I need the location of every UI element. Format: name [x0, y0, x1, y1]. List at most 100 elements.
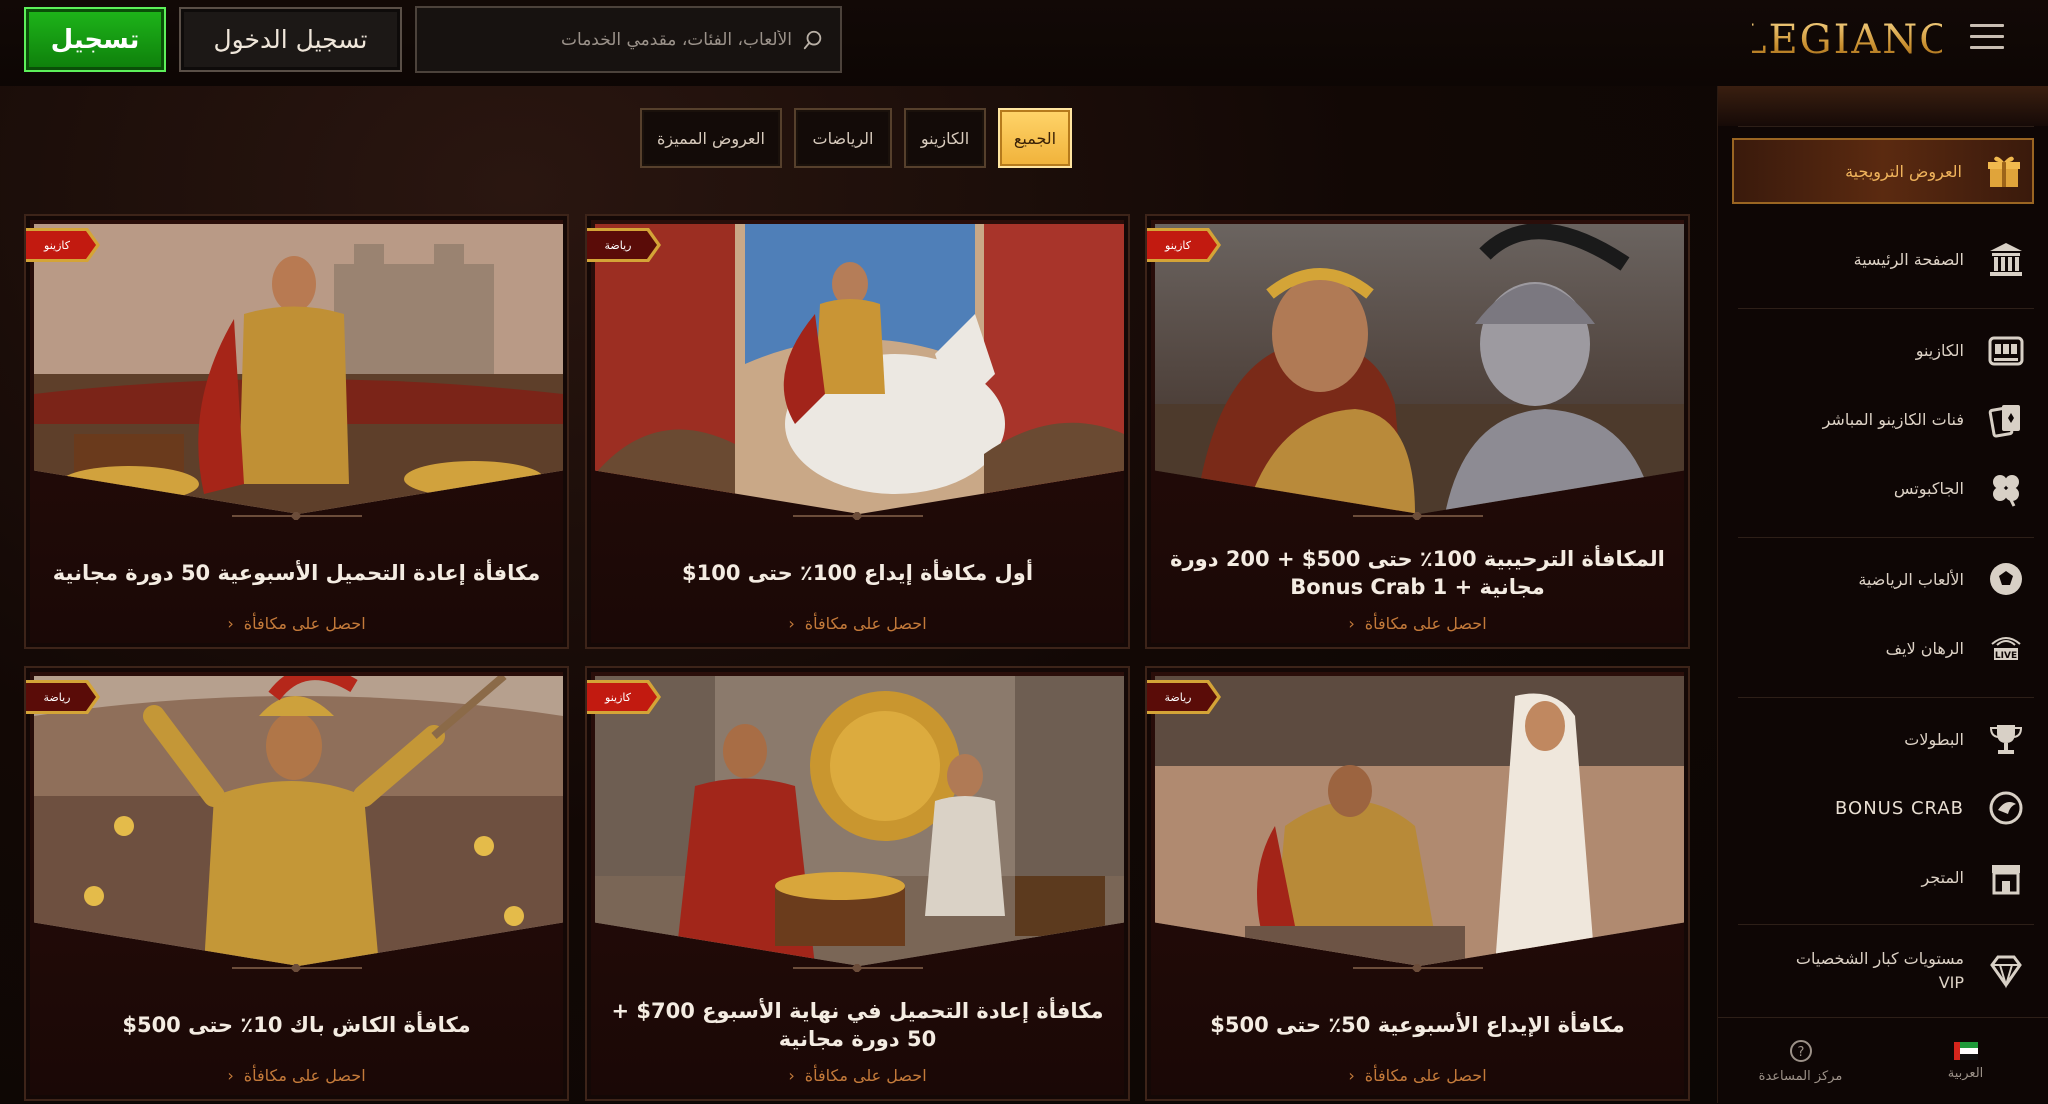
- chevron-left-icon: ‹: [227, 1066, 234, 1085]
- sidebar-item-vip[interactable]: مستويات كبار الشخصيات VIP: [1734, 936, 2034, 1006]
- search-input[interactable]: [450, 28, 794, 51]
- svg-text:?: ?: [1797, 1045, 1804, 1060]
- divider: [1738, 308, 2034, 309]
- sidebar-nav: العروض الترويجية الصفحة الرئيسية الكازين…: [1717, 86, 2048, 1103]
- sidebar-item-label: BONUS CRAB: [1835, 797, 1964, 819]
- promo-title: مكافأة الكاش باك 10٪ حتى 500$: [122, 1013, 471, 1037]
- promo-card[interactable]: مكافأة الإيداع الأسبوعية 50٪ حتى 500$ اح…: [1145, 666, 1690, 1101]
- ornament-divider: [792, 964, 923, 972]
- ornament-divider: [1352, 512, 1483, 520]
- crab-icon: [1989, 791, 2023, 825]
- sidebar-item-bonus-crab[interactable]: BONUS CRAB: [1734, 778, 2034, 838]
- sidebar-item-label: الألعاب الرياضية: [1858, 569, 1964, 589]
- promo-card[interactable]: مكافأة إعادة التحميل في نهاية الأسبوع 70…: [585, 666, 1130, 1101]
- get-bonus-link[interactable]: احصل على مكافأة‹: [1147, 1066, 1688, 1085]
- language-selector[interactable]: العربية: [1883, 1018, 2048, 1104]
- tab-featured[interactable]: العروض المميزة: [640, 108, 782, 168]
- gift-icon: [1988, 156, 2020, 187]
- sidebar-item-jackpots[interactable]: الجاكبوتس: [1734, 458, 2034, 518]
- promo-image-horse: [595, 224, 1124, 514]
- search-box[interactable]: [415, 6, 842, 73]
- help-center-label: مركز المساعدة: [1758, 1068, 1843, 1084]
- tab-casino[interactable]: الكازينو: [904, 108, 986, 168]
- live-icon: LIVE: [1991, 637, 2021, 661]
- sidebar-item-label: العروض الترويجية: [1845, 161, 1962, 181]
- sidebar-item-label: الرهان لايف: [1885, 638, 1964, 658]
- category-badge: رياضة: [26, 680, 100, 714]
- promo-card[interactable]: المكافأة الترحيبية 100٪ حتى 500$ + 200 د…: [1145, 214, 1690, 649]
- tab-sports[interactable]: الرياضات: [794, 108, 892, 168]
- sidebar-top-fade: [1718, 86, 2048, 126]
- sidebar-item-live-betting[interactable]: الرهان لايف LIVE: [1734, 618, 2034, 678]
- category-badge: كازينو: [587, 680, 661, 714]
- get-bonus-link[interactable]: احصل على مكافأة‹: [587, 1066, 1128, 1085]
- divider: [1738, 924, 2034, 925]
- ornament-divider: [1352, 964, 1483, 972]
- promo-title: مكافأة إعادة التحميل الأسبوعية 50 دورة م…: [52, 561, 541, 585]
- diamond-icon: [1990, 955, 2022, 989]
- ornament-divider: [792, 512, 923, 520]
- promo-image-general: [34, 224, 563, 514]
- promo-title: مكافأة إعادة التحميل في نهاية الأسبوع 70…: [611, 999, 1104, 1051]
- category-badge: كازينو: [1147, 228, 1221, 262]
- category-badge: رياضة: [587, 228, 661, 262]
- chevron-left-icon: ‹: [1348, 1066, 1355, 1085]
- chevron-left-icon: ‹: [227, 614, 234, 633]
- divider: [1738, 126, 2034, 127]
- sidebar-item-live-casino[interactable]: فنات الكازينو المباشر: [1734, 389, 2034, 449]
- chevron-left-icon: ‹: [788, 1066, 795, 1085]
- promo-card[interactable]: أول مكافأة إيداع 100٪ حتى 100$ احصل على …: [585, 214, 1130, 649]
- search-icon[interactable]: [802, 29, 824, 51]
- promotions-main: الجميع الكازينو الرياضات العروض المميزة: [0, 86, 1717, 1103]
- promo-title: المكافأة الترحيبية 100٪ حتى 500$ + 200 د…: [1170, 547, 1665, 599]
- divider: [1738, 697, 2034, 698]
- sidebar-footer: ? مركز المساعدة العربية: [1718, 1017, 2048, 1104]
- help-center-button[interactable]: ? مركز المساعدة: [1718, 1018, 1883, 1104]
- sidebar-item-home[interactable]: الصفحة الرئيسية: [1734, 229, 2034, 289]
- uae-flag-icon: [1953, 1041, 1978, 1060]
- filter-tabs: الجميع الكازينو الرياضات العروض المميزة: [640, 108, 1072, 168]
- get-bonus-link[interactable]: احصل على مكافأة‹: [587, 614, 1128, 633]
- promo-card[interactable]: مكافأة إعادة التحميل الأسبوعية 50 دورة م…: [24, 214, 569, 649]
- category-badge: رياضة: [1147, 680, 1221, 714]
- trophy-icon: [1989, 725, 2023, 754]
- sidebar-item-label: البطولات: [1904, 729, 1964, 749]
- legiano-logo[interactable]: LEGIANO: [1740, 12, 1952, 68]
- temple-icon: [1990, 243, 2022, 276]
- sidebar-item-label: الجاكبوتس: [1893, 478, 1964, 498]
- slot-machine-icon: [1988, 336, 2024, 366]
- register-button[interactable]: تسجيل: [24, 7, 166, 72]
- tab-all[interactable]: الجميع: [998, 108, 1072, 168]
- promo-image-shield: [595, 676, 1124, 966]
- promo-image-helmets: [1155, 224, 1684, 514]
- get-bonus-link[interactable]: احصل على مكافأة‹: [1147, 614, 1688, 633]
- sidebar-item-label: مستويات كبار الشخصيات VIP: [1795, 949, 1964, 992]
- ornament-divider: [231, 512, 362, 520]
- sidebar-item-label: فنات الكازينو المباشر: [1822, 409, 1964, 429]
- top-header: تسجيل تسجيل الدخول LEGIANO: [0, 0, 2048, 87]
- promo-card[interactable]: مكافأة الكاش باك 10٪ حتى 500$ احصل على م…: [24, 666, 569, 1101]
- promo-image-warrior: [34, 676, 563, 966]
- promo-image-crowning: [1155, 676, 1684, 966]
- sidebar-item-label: الكازينو: [1915, 340, 1964, 360]
- get-bonus-link[interactable]: احصل على مكافأة‹: [26, 1066, 567, 1085]
- svg-text:LIVE: LIVE: [1995, 651, 2017, 661]
- ornament-divider: [231, 964, 362, 972]
- sidebar-item-casino[interactable]: الكازينو: [1734, 320, 2034, 380]
- sidebar-item-label: الصفحة الرئيسية: [1853, 249, 1964, 269]
- hamburger-menu-icon[interactable]: [1970, 24, 2004, 52]
- sidebar-item-promotions[interactable]: العروض الترويجية: [1732, 138, 2034, 204]
- cards-icon: [1988, 405, 2020, 438]
- category-badge: كازينو: [26, 228, 100, 262]
- sidebar-item-tournaments[interactable]: البطولات: [1734, 709, 2034, 769]
- chevron-left-icon: ‹: [788, 614, 795, 633]
- promo-title: أول مكافأة إيداع 100٪ حتى 100$: [682, 561, 1034, 585]
- help-icon: ?: [1789, 1039, 1812, 1062]
- language-label: العربية: [1947, 1065, 1984, 1081]
- sidebar-item-sports[interactable]: الألعاب الرياضية: [1734, 549, 2034, 609]
- sidebar-item-label: المتجر: [1921, 867, 1964, 887]
- get-bonus-link[interactable]: احصل على مكافأة‹: [26, 614, 567, 633]
- login-button[interactable]: تسجيل الدخول: [179, 7, 402, 72]
- soccer-ball-icon: [1990, 563, 2022, 595]
- sidebar-item-shop[interactable]: المتجر: [1734, 847, 2034, 907]
